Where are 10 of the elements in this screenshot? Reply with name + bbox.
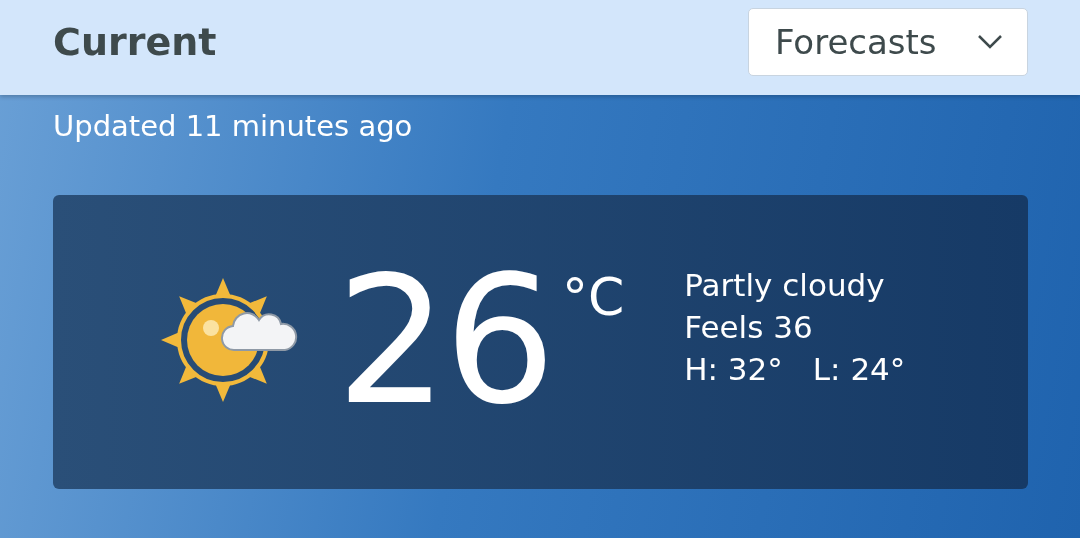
chevron-down-icon [977, 34, 1003, 50]
feels-like-text: Feels 36 [684, 309, 814, 345]
temperature-value: 26 [336, 254, 552, 430]
forecasts-dropdown[interactable]: Forecasts [748, 8, 1028, 76]
low-temperature: L: 24° [812, 351, 906, 387]
condition-text: Partly cloudy [684, 267, 886, 303]
updated-text: Updated 11 minutes ago [53, 109, 413, 143]
page-title: Current [53, 19, 217, 64]
temperature-unit: °C [561, 267, 625, 327]
high-temperature: H: 32° [684, 351, 783, 387]
